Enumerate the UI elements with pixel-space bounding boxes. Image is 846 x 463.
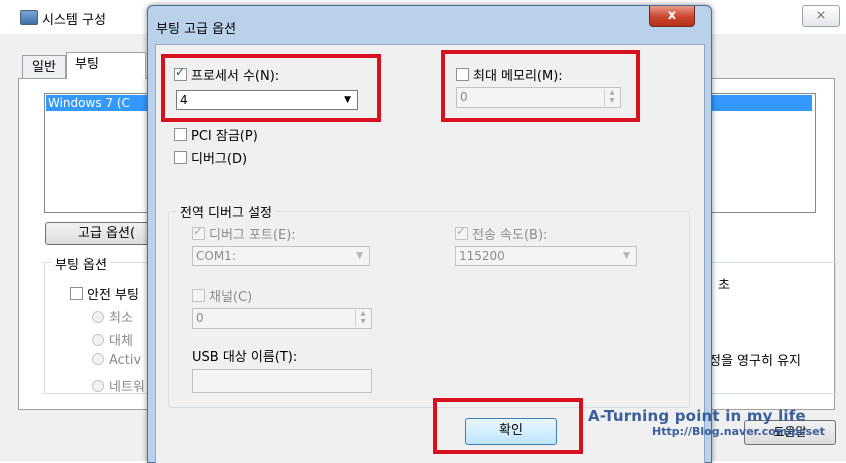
make-permanent-label: 정을 영구히 유지 <box>709 354 801 369</box>
highlight-box-max-memory <box>441 50 640 122</box>
checkbox-icon[interactable] <box>192 289 205 302</box>
advanced-options-button[interactable]: 고급 옵션( <box>45 222 155 245</box>
debug-port-dropdown[interactable]: COM1: ▼ <box>192 246 370 266</box>
dialog-title: 부팅 고급 옵션 <box>156 22 237 37</box>
highlight-box-processors <box>161 54 381 122</box>
radio-label: 대체 <box>109 334 133 349</box>
baud-rate-value: 115200 <box>459 249 505 263</box>
pci-lock-checkbox[interactable]: PCI 잠금(P) <box>174 125 258 144</box>
chevron-down-icon[interactable]: ▼ <box>623 247 630 266</box>
highlight-box-ok <box>433 398 583 454</box>
radio-minimal[interactable]: 최소 <box>92 307 133 326</box>
watermark-text: A-Turning point in my life <box>588 407 806 425</box>
checkbox-icon[interactable] <box>455 224 468 240</box>
seconds-label: 초 <box>718 278 730 293</box>
channel-spinner[interactable]: 0 ▲ ▼ <box>192 308 372 329</box>
watermark-url: Http://Blog.naver.com/pcset <box>652 425 825 438</box>
tab-boot[interactable]: 부팅 <box>66 52 146 79</box>
radio-label: 네트워 <box>109 380 145 395</box>
radio-icon[interactable] <box>92 380 104 392</box>
baud-rate-checkbox[interactable]: 전송 속도(B): <box>455 224 547 243</box>
close-button[interactable]: ⨯ <box>802 5 840 27</box>
system-config-icon <box>20 10 38 25</box>
checkbox-icon[interactable] <box>174 151 187 164</box>
window-title: 시스템 구성 <box>42 13 106 28</box>
debug-checkbox[interactable]: 디버그(D) <box>174 148 247 167</box>
usb-target-input[interactable] <box>192 369 372 393</box>
radio-active-directory[interactable]: Activ <box>92 353 141 368</box>
radio-icon[interactable] <box>92 353 104 365</box>
baud-rate-label: 전송 속도(B): <box>472 228 548 243</box>
debug-port-label: 디버그 포트(E): <box>209 228 296 243</box>
radio-icon[interactable] <box>92 311 104 323</box>
tab-general[interactable]: 일반 <box>22 55 66 80</box>
radio-icon[interactable] <box>92 334 104 346</box>
debug-label: 디버그(D) <box>191 152 248 167</box>
debug-port-value: COM1: <box>196 249 236 263</box>
close-button[interactable]: x <box>649 6 695 27</box>
usb-target-label: USB 대상 이름(T): <box>192 350 298 365</box>
safe-boot-label: 안전 부팅 <box>87 288 139 303</box>
chevron-down-icon[interactable]: ▼ <box>356 247 363 266</box>
spinner-arrows-icon[interactable]: ▲ ▼ <box>355 310 370 327</box>
checkbox-icon[interactable] <box>174 128 187 141</box>
radio-label: 최소 <box>109 311 133 326</box>
channel-value: 0 <box>196 311 204 325</box>
boot-options-title: 부팅 옵션 <box>52 254 110 273</box>
debug-port-checkbox[interactable]: 디버그 포트(E): <box>192 224 296 243</box>
pci-lock-label: PCI 잠금(P) <box>191 129 258 144</box>
radio-label: Activ <box>109 353 142 368</box>
radio-alternate-shell[interactable]: 대체 <box>92 330 133 349</box>
radio-network[interactable]: 네트워 <box>92 376 145 395</box>
channel-label: 채널(C) <box>209 290 253 305</box>
global-debug-settings-title: 전역 디버그 설정 <box>176 202 276 221</box>
safe-boot-checkbox[interactable]: 안전 부팅 <box>70 284 139 303</box>
channel-checkbox[interactable]: 채널(C) <box>192 286 252 305</box>
baud-rate-dropdown[interactable]: 115200 ▼ <box>455 246 637 266</box>
checkbox-icon[interactable] <box>70 287 83 300</box>
checkbox-icon[interactable] <box>192 224 205 240</box>
